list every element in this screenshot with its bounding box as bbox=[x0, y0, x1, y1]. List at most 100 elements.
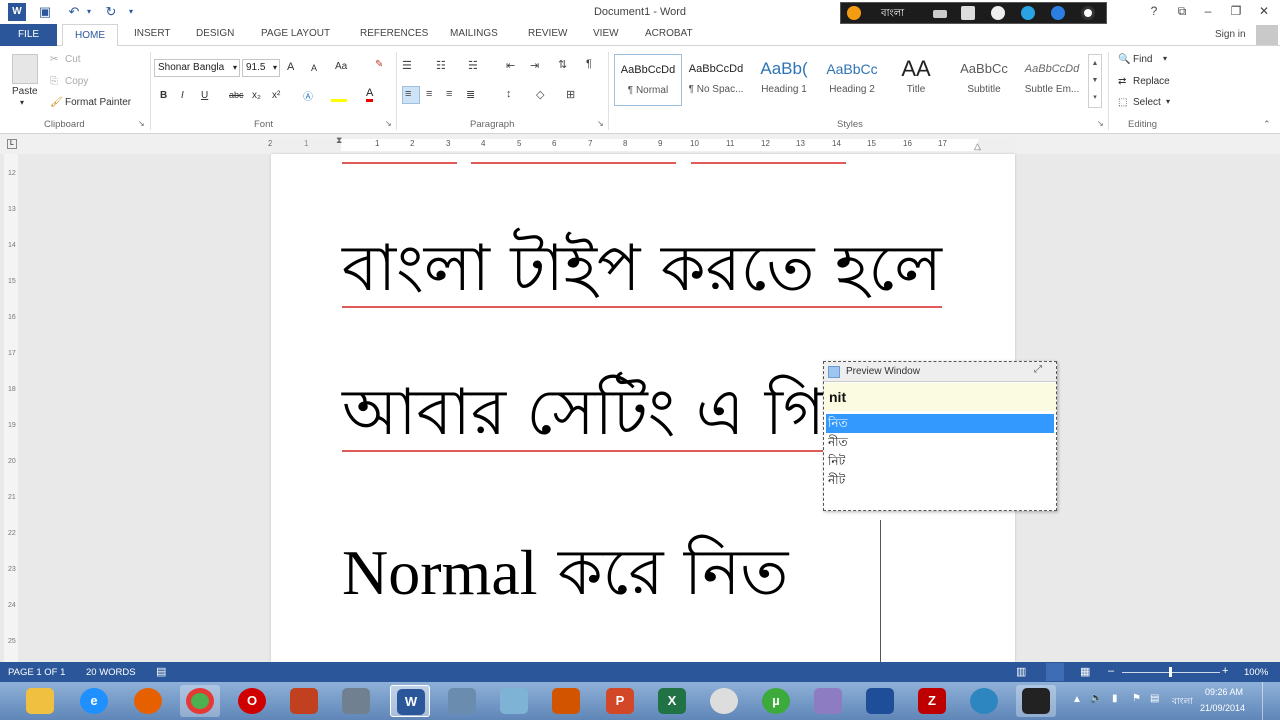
clock-date[interactable]: 21/09/2014 bbox=[1200, 703, 1245, 713]
copy-button[interactable]: Copy bbox=[65, 76, 88, 87]
vertical-ruler[interactable]: 12 13 14 15 16 17 18 19 20 21 22 23 24 2… bbox=[4, 154, 18, 662]
tab-review[interactable]: REVIEW bbox=[528, 28, 567, 44]
increase-indent-icon[interactable]: ⇥ bbox=[530, 59, 539, 72]
taskbar-app[interactable]: e bbox=[74, 685, 114, 717]
tray-language[interactable]: বাংলা bbox=[1172, 694, 1193, 709]
styles-launcher-icon[interactable]: ↘ bbox=[1097, 119, 1104, 128]
strikethrough-button[interactable]: abc bbox=[229, 90, 244, 100]
right-indent-marker-icon[interactable]: △ bbox=[974, 141, 981, 152]
taskbar-app[interactable] bbox=[284, 685, 324, 717]
network-icon[interactable]: ▮ bbox=[1112, 693, 1118, 704]
show-desktop-button[interactable] bbox=[1262, 682, 1280, 720]
font-size-field[interactable]: 91.5 ▾ bbox=[242, 59, 280, 77]
taskbar-app[interactable] bbox=[860, 685, 900, 717]
indent-marker-icon[interactable]: ⧗ bbox=[336, 135, 342, 146]
find-button[interactable]: Find bbox=[1133, 54, 1152, 65]
zoom-slider-thumb[interactable] bbox=[1169, 667, 1172, 677]
grow-font-button[interactable]: A bbox=[287, 61, 294, 73]
taskbar-app[interactable] bbox=[442, 685, 482, 717]
document-line-1[interactable]: বাংলা টাইপ করতে হলে bbox=[342, 220, 942, 327]
document-line-2[interactable]: আবার সেটিং এ গি bbox=[342, 364, 825, 471]
text-effects-icon[interactable]: Ⓐ bbox=[303, 88, 313, 103]
borders-icon[interactable]: ⊞ bbox=[566, 88, 575, 101]
justify-icon[interactable]: ≣ bbox=[466, 88, 475, 101]
style-title[interactable]: AA Title bbox=[882, 54, 950, 106]
size-dropdown-icon[interactable]: ▾ bbox=[273, 60, 277, 76]
close-icon[interactable]: ✕ bbox=[1254, 4, 1274, 18]
zoom-in-icon[interactable]: + bbox=[1222, 665, 1228, 677]
sign-in-link[interactable]: Sign in bbox=[1215, 29, 1246, 45]
subscript-button[interactable]: x₂ bbox=[252, 90, 261, 101]
font-name-field[interactable]: Shonar Bangla ▾ bbox=[154, 59, 240, 77]
paste-dropdown-icon[interactable]: ▾ bbox=[20, 98, 24, 107]
pin-icon[interactable]: ⤢ bbox=[1034, 364, 1042, 375]
zoom-level[interactable]: 100% bbox=[1244, 667, 1268, 678]
taskbar-app[interactable]: Z bbox=[912, 685, 952, 717]
settings-icon[interactable] bbox=[991, 6, 1005, 20]
preview-window[interactable]: Preview Window ⤢ nit নিত নীত নিট নীট bbox=[823, 361, 1057, 511]
taskbar-app[interactable] bbox=[704, 685, 744, 717]
web-icon[interactable] bbox=[1021, 6, 1035, 20]
taskbar-app[interactable] bbox=[20, 685, 60, 717]
font-color-icon[interactable]: A bbox=[366, 87, 374, 102]
taskbar-app[interactable] bbox=[1016, 685, 1056, 717]
volume-icon[interactable]: 🔈 bbox=[1090, 693, 1102, 704]
italic-button[interactable]: I bbox=[181, 90, 184, 101]
tab-view[interactable]: VIEW bbox=[593, 28, 619, 44]
paste-button[interactable]: Paste bbox=[12, 86, 38, 97]
exit-icon[interactable] bbox=[1081, 6, 1095, 20]
multilevel-list-icon[interactable]: ☵ bbox=[468, 59, 478, 72]
paste-icon[interactable] bbox=[12, 54, 38, 84]
tab-insert[interactable]: INSERT bbox=[134, 28, 171, 44]
page-count[interactable]: PAGE 1 OF 1 bbox=[8, 667, 65, 678]
collapse-ribbon-icon[interactable]: ⌃ bbox=[1263, 119, 1271, 130]
horizontal-ruler[interactable]: 2 1 1 2 3 4 5 6 7 8 9 10 11 12 13 14 15 … bbox=[268, 139, 1015, 151]
show-hidden-icons[interactable]: ▲ bbox=[1072, 694, 1082, 705]
print-layout-icon[interactable] bbox=[1046, 663, 1064, 681]
taskbar-app[interactable] bbox=[964, 685, 1004, 717]
select-dropdown-icon[interactable]: ▾ bbox=[1166, 97, 1170, 106]
bold-button[interactable]: B bbox=[160, 90, 167, 101]
read-mode-icon[interactable]: ▥ bbox=[1016, 665, 1026, 678]
keyboard-layout-icon[interactable] bbox=[933, 10, 947, 18]
taskbar-app[interactable] bbox=[494, 685, 534, 717]
center-icon[interactable]: ≡ bbox=[426, 88, 432, 100]
clear-formatting-icon[interactable]: ✎ bbox=[375, 59, 383, 70]
word-count[interactable]: 20 WORDS bbox=[86, 667, 136, 678]
underline-button[interactable]: U bbox=[201, 90, 208, 101]
tab-acrobat[interactable]: ACROBAT bbox=[645, 28, 693, 44]
suggestion-item[interactable]: নীট bbox=[826, 471, 1054, 490]
suggestion-item[interactable]: নীত bbox=[826, 433, 1054, 452]
select-button[interactable]: Select bbox=[1133, 97, 1161, 108]
clock-time[interactable]: 09:26 AM bbox=[1205, 687, 1243, 697]
flag-icon[interactable]: ⚑ bbox=[1132, 693, 1141, 704]
tab-home[interactable]: HOME bbox=[62, 24, 118, 47]
highlight-color-icon[interactable] bbox=[331, 88, 347, 102]
style-no-spacing[interactable]: AaBbCcDd ¶ No Spac... bbox=[682, 54, 750, 106]
taskbar-app[interactable] bbox=[808, 685, 848, 717]
action-center-icon[interactable]: ▤ bbox=[1150, 693, 1159, 704]
bullets-icon[interactable]: ☰ bbox=[402, 59, 412, 72]
style-subtle-emphasis[interactable]: AaBbCcDd Subtle Em... bbox=[1018, 54, 1086, 106]
suggestion-item[interactable]: নিত bbox=[826, 414, 1054, 433]
web-layout-icon[interactable]: ▦ bbox=[1080, 665, 1090, 678]
show-marks-icon[interactable]: ¶ bbox=[586, 58, 592, 70]
taskbar-app[interactable] bbox=[546, 685, 586, 717]
proofing-icon[interactable]: ▤ bbox=[156, 665, 166, 678]
font-dropdown-icon[interactable]: ▾ bbox=[233, 60, 237, 76]
clipboard-launcher-icon[interactable]: ↘ bbox=[138, 119, 145, 128]
taskbar-app[interactable] bbox=[336, 685, 376, 717]
change-case-button[interactable]: Aa bbox=[335, 61, 347, 72]
replace-button[interactable]: Replace bbox=[1133, 76, 1170, 87]
taskbar-app[interactable]: X bbox=[652, 685, 692, 717]
sort-icon[interactable]: ⇅ bbox=[558, 58, 567, 71]
avatar[interactable] bbox=[1256, 25, 1278, 45]
taskbar-app[interactable]: µ bbox=[756, 685, 796, 717]
taskbar-app[interactable] bbox=[180, 685, 220, 717]
style-subtitle[interactable]: AaBbCc Subtitle bbox=[950, 54, 1018, 106]
find-dropdown-icon[interactable]: ▾ bbox=[1163, 54, 1167, 63]
decrease-indent-icon[interactable]: ⇤ bbox=[506, 59, 515, 72]
help-button[interactable]: ? bbox=[1144, 4, 1164, 18]
tab-design[interactable]: DESIGN bbox=[196, 28, 234, 44]
style-heading-2[interactable]: AaBbCc Heading 2 bbox=[818, 54, 886, 106]
